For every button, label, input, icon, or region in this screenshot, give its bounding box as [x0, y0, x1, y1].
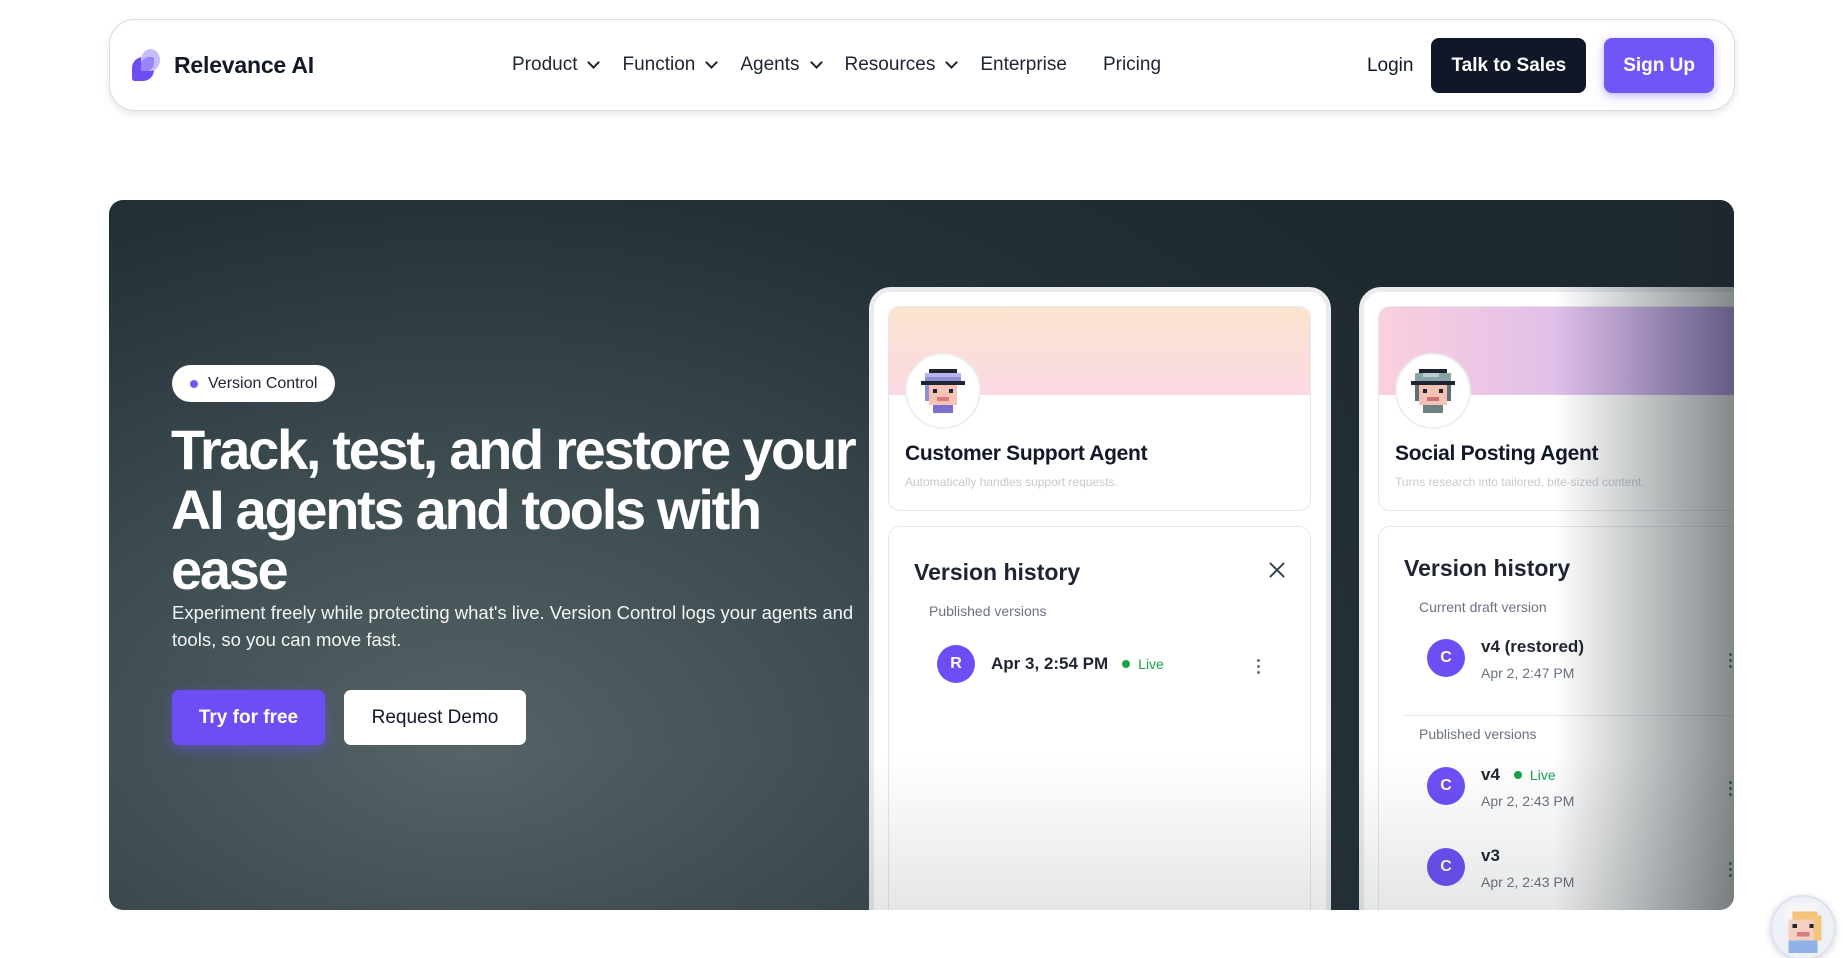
version-date: Apr 2, 2:47 PM — [1481, 665, 1575, 681]
live-status-dot-icon — [1122, 660, 1131, 668]
nav-resources[interactable]: Resources — [844, 54, 959, 76]
version-label: v4 (restored) — [1481, 637, 1584, 656]
top-navbar: Relevance AI Product Function Agents Res… — [109, 19, 1735, 111]
agent-avatar — [1395, 353, 1471, 429]
agent-panel-social-posting: Social Posting Agent Turns research into… — [1359, 287, 1734, 910]
user-avatar: C — [1427, 848, 1465, 886]
nav-function[interactable]: Function — [622, 54, 719, 76]
user-avatar: R — [937, 645, 975, 683]
version-date: Apr 2, 2:43 PM — [1481, 793, 1575, 809]
hero-subtext: Experiment freely while protecting what'… — [172, 602, 854, 650]
hero-section: Version Control Track, test, and restore… — [109, 200, 1734, 910]
agent-description: Automatically handles support requests. — [905, 475, 1118, 489]
chevron-down-icon — [587, 56, 601, 69]
chevron-down-icon — [705, 56, 719, 69]
header-actions: Login Talk to Sales Sign Up — [1367, 38, 1714, 93]
assistant-launcher-button[interactable] — [1770, 895, 1836, 958]
version-label: v4 — [1481, 765, 1500, 784]
badge-label: Version Control — [208, 374, 318, 392]
nav-product-label: Product — [512, 54, 578, 75]
brand-logo[interactable]: Relevance AI — [132, 49, 314, 81]
agent-description: Turns research into tailored, bite-sized… — [1395, 475, 1645, 489]
nav-agents[interactable]: Agents — [740, 54, 823, 76]
nav-resources-label: Resources — [844, 54, 936, 75]
chevron-down-icon — [945, 56, 959, 69]
version-timestamp: Apr 3, 2:54 PM — [991, 654, 1109, 673]
sign-up-button[interactable]: Sign Up — [1604, 38, 1714, 93]
version-history-card: Version history Published versions R Apr… — [888, 526, 1311, 910]
published-versions-label: Published versions — [929, 603, 1047, 619]
version-row[interactable]: C v4 Live Apr 2, 2:43 PM — [1427, 765, 1575, 809]
user-avatar: C — [1427, 639, 1465, 677]
version-history-title: Version history — [1404, 555, 1571, 581]
relevance-logo-icon — [132, 49, 160, 81]
version-history-title: Version history — [914, 559, 1081, 585]
talk-to-sales-button[interactable]: Talk to Sales — [1431, 38, 1587, 93]
agent-name: Customer Support Agent — [905, 442, 1148, 465]
chevron-down-icon — [809, 56, 823, 69]
login-link[interactable]: Login — [1367, 55, 1414, 77]
kebab-menu-icon[interactable] — [1729, 781, 1733, 799]
current-draft-label: Current draft version — [1419, 599, 1547, 615]
agent-avatar — [905, 353, 981, 429]
kebab-menu-icon[interactable] — [1729, 862, 1733, 880]
pixel-agent-avatar-icon — [921, 369, 965, 413]
nav-enterprise[interactable]: Enterprise — [980, 54, 1067, 76]
agent-panel-customer-support: Customer Support Agent Automatically han… — [869, 287, 1331, 910]
main-nav: Product Function Agents Resources Enterp… — [512, 54, 1197, 76]
version-row[interactable]: C v3 Apr 2, 2:43 PM — [1427, 846, 1575, 890]
assistant-avatar-icon — [1784, 903, 1822, 953]
live-status-label: Live — [1138, 656, 1164, 672]
close-icon[interactable] — [1268, 561, 1286, 579]
badge-dot-icon — [190, 379, 198, 388]
request-demo-button[interactable]: Request Demo — [344, 690, 526, 745]
try-for-free-button[interactable]: Try for free — [172, 690, 325, 745]
live-status-label: Live — [1529, 767, 1556, 783]
pixel-agent-avatar-icon — [1411, 369, 1455, 413]
published-versions-label: Published versions — [1419, 726, 1537, 742]
nav-agents-label: Agents — [740, 54, 800, 75]
version-history-card: Version history Current draft version C … — [1378, 526, 1734, 910]
nav-function-label: Function — [622, 54, 696, 75]
hero-headline: Track, test, and restore your AI agents … — [171, 418, 857, 601]
version-control-badge: Version Control — [172, 365, 336, 402]
agent-card[interactable]: Social Posting Agent Turns research into… — [1378, 306, 1734, 511]
live-status-dot-icon — [1513, 771, 1522, 779]
nav-product[interactable]: Product — [512, 54, 601, 76]
section-divider — [1404, 715, 1734, 716]
brand-name: Relevance AI — [174, 51, 314, 78]
agent-card[interactable]: Customer Support Agent Automatically han… — [888, 306, 1311, 511]
version-date: Apr 2, 2:43 PM — [1481, 874, 1575, 890]
user-avatar: C — [1427, 767, 1465, 805]
nav-pricing[interactable]: Pricing — [1103, 54, 1161, 76]
agent-name: Social Posting Agent — [1395, 442, 1599, 465]
version-row[interactable]: R Apr 3, 2:54 PM Live — [937, 645, 1164, 683]
version-label: v3 — [1481, 846, 1500, 865]
version-row[interactable]: C v4 (restored) Apr 2, 2:47 PM — [1427, 637, 1584, 681]
kebab-menu-icon[interactable] — [1729, 653, 1733, 671]
kebab-menu-icon[interactable] — [1257, 659, 1261, 677]
